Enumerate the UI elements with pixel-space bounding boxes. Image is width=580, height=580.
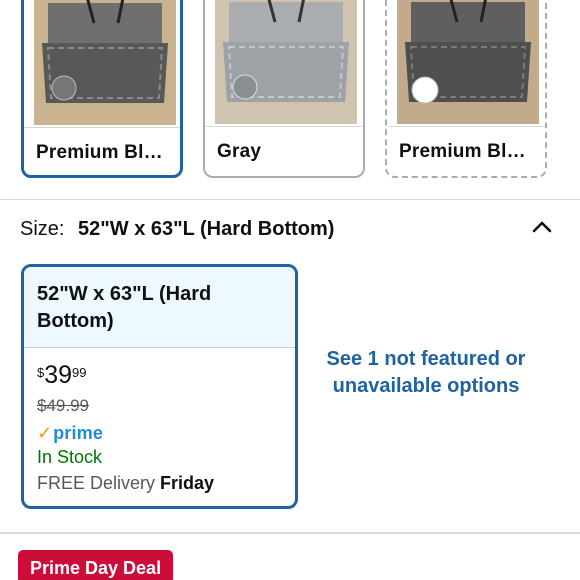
product-image [205,0,363,127]
size-option-card[interactable]: 52"W x 63"L (Hard Bottom) $ 39 99 $49.99… [21,264,298,509]
see-unavailable-options-link[interactable]: See 1 not featured or unavailable option… [316,346,536,400]
section-divider [0,199,580,200]
color-option-label: Premium Bl… [399,141,526,162]
price-symbol: $ [37,365,45,380]
prime-day-deal-badge: Prime Day Deal [18,550,174,580]
price: $ 39 99 [37,362,281,392]
size-label: Size: [20,218,65,240]
car-seat-cover-image [34,0,176,125]
delivery-day: Friday [160,473,215,493]
stock-status: In Stock [37,447,103,467]
color-option-premium-black-unavailable[interactable]: Premium Bl… [385,0,547,178]
size-option-title: 52"W x 63"L (Hard Bottom) [24,267,295,348]
color-option-label: Premium Bl… [36,142,163,163]
list-price: $49.99 [37,396,89,415]
prime-label: prime [53,422,104,443]
price-whole: 39 [44,361,73,389]
color-option-gray[interactable]: Gray [203,0,365,178]
section-divider [0,532,580,534]
delivery-prefix: FREE Delivery [37,473,156,493]
price-fraction: 99 [72,365,87,380]
car-seat-cover-image [215,0,357,124]
prime-check-icon: ✓ [37,422,53,443]
delivery-info: FREE Delivery Friday [37,473,281,494]
car-seat-cover-image [397,0,539,124]
color-option-label: Gray [217,141,262,162]
prime-badge: ✓ prime [37,422,281,444]
size-selector-header[interactable]: Size: 52"W x 63"L (Hard Bottom) [20,218,334,241]
product-image [24,0,180,128]
product-image [387,0,545,127]
size-selected-value: 52"W x 63"L (Hard Bottom) [78,218,335,240]
color-option-premium-black[interactable]: Premium Bl… [21,0,183,178]
chevron-up-icon[interactable] [531,218,553,234]
